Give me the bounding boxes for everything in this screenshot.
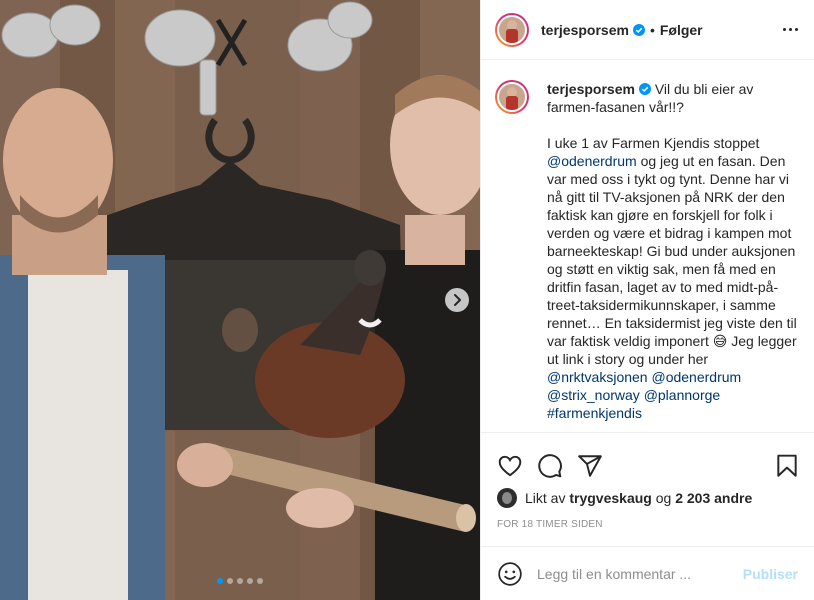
action-bar [481, 432, 814, 486]
post-timestamp[interactable]: FOR 18 TIMER SIDEN [497, 519, 603, 530]
verified-icon [632, 23, 645, 36]
caption-segment: og jeg ut en fasan. Den var med oss i ty… [547, 153, 797, 349]
sweat-smile-emoji: 😅 [712, 333, 728, 349]
caption-username[interactable]: terjesporsem [547, 81, 635, 97]
separator-dot: • [649, 21, 655, 38]
follow-button[interactable]: Følger [660, 22, 703, 38]
mention-link[interactable]: @strix_norway [547, 387, 640, 403]
post-media[interactable] [0, 0, 480, 600]
verified-icon [638, 83, 651, 95]
caption-body: I uke 1 av Farmen Kjendis stoppet @odene… [547, 134, 798, 422]
hashtag-link[interactable]: #farmenkjendis [547, 405, 642, 421]
post-sidebar: terjesporsem • Følger terjesporsem Vil d… [480, 0, 814, 600]
likes-prefix: Likt av [525, 490, 566, 506]
heart-icon[interactable] [497, 453, 523, 479]
liker-avatar[interactable] [497, 488, 517, 508]
liker-username[interactable]: trygveskaug [569, 490, 651, 506]
likes-joiner: og [655, 490, 672, 506]
carousel-dot [257, 578, 263, 584]
carousel-dot [237, 578, 243, 584]
carousel-indicator [0, 578, 480, 584]
mention-link[interactable]: @odenerdrum [547, 153, 637, 169]
carousel-next-button[interactable] [445, 288, 469, 312]
author-username[interactable]: terjesporsem [541, 22, 629, 38]
likes-summary: Likt av trygveskaug og 2 203 andre [497, 487, 752, 509]
comment-icon[interactable] [537, 453, 563, 479]
comment-bar: Publiser [481, 546, 814, 600]
more-options-icon[interactable] [783, 28, 798, 31]
mention-link[interactable]: @nrktvaksjonen [547, 369, 648, 385]
bookmark-icon[interactable] [774, 453, 800, 479]
comment-input[interactable] [537, 565, 743, 582]
caption-segment: I uke 1 av Farmen Kjendis stoppet [547, 135, 760, 151]
publish-button[interactable]: Publiser [743, 566, 798, 582]
mention-link[interactable]: @odenerdrum [651, 369, 741, 385]
likes-others-link[interactable]: 2 203 andre [675, 490, 752, 506]
post-photo [0, 0, 480, 600]
carousel-dot [217, 578, 223, 584]
caption-avatar[interactable] [495, 80, 529, 114]
emoji-icon[interactable] [497, 561, 523, 587]
caption-section: terjesporsem Vil du bli eier av farmen-f… [481, 60, 814, 432]
post-header: terjesporsem • Følger [481, 0, 814, 60]
author-avatar[interactable] [495, 12, 529, 47]
mention-link[interactable]: @plannorge [644, 387, 721, 403]
share-icon[interactable] [577, 453, 603, 479]
carousel-dot [227, 578, 233, 584]
caption-text: terjesporsem Vil du bli eier av farmen-f… [547, 80, 798, 432]
carousel-dot [247, 578, 253, 584]
carousel-next-icon [454, 294, 461, 306]
